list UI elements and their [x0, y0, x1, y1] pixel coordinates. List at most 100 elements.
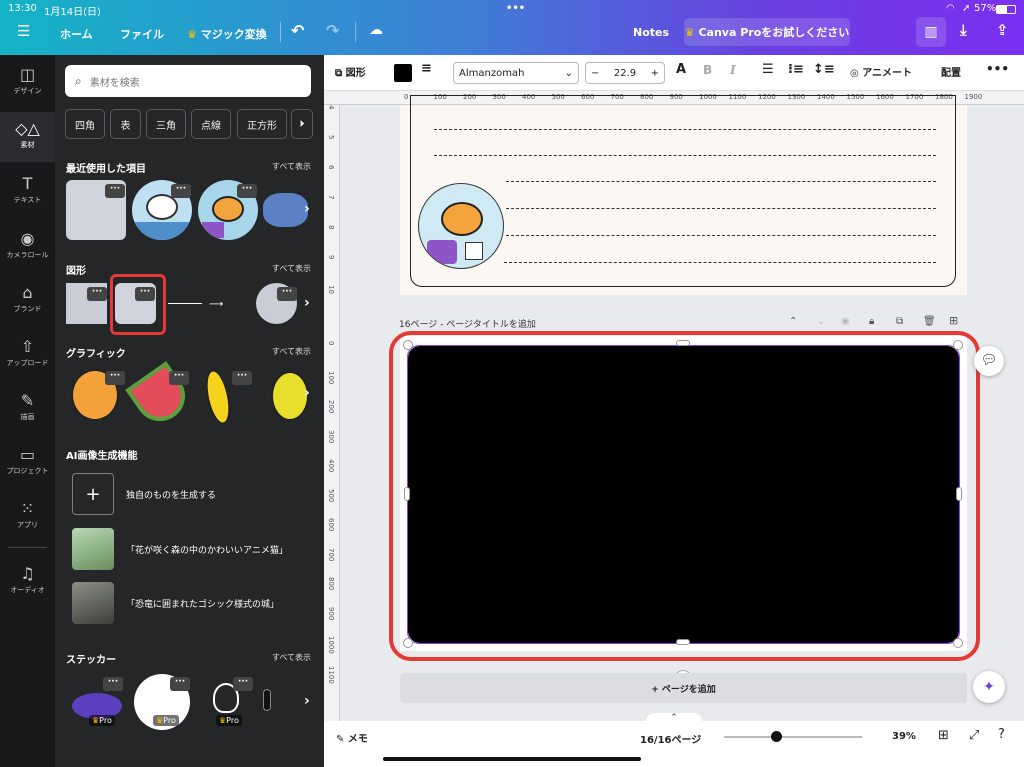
rail-item-elements[interactable]: ◇△ 素材 [0, 112, 55, 162]
duplicate-page-icon[interactable]: ⧉ [896, 316, 903, 327]
visibility-icon[interactable]: ◉ [841, 316, 850, 327]
chevron-right-icon[interactable]: › [304, 385, 310, 401]
chevron-right-icon[interactable]: › [304, 295, 310, 311]
more-options-icon[interactable]: ··· [237, 184, 257, 198]
more-options-icon[interactable]: ··· [170, 677, 190, 691]
list-icon[interactable]: ⁝≡ [788, 62, 804, 77]
multitask-dots-icon[interactable]: ••• [506, 3, 525, 14]
font-selector[interactable]: Almanzomah ⌄ [453, 62, 579, 84]
shape-button[interactable]: ⧉ 図形 [335, 64, 366, 79]
page-label[interactable]: 16ページ - ページタイトルを追加 [399, 317, 536, 330]
stickers-see-all[interactable]: すべて表示 [272, 652, 311, 663]
more-options-icon[interactable]: ··· [169, 371, 189, 385]
notes-button[interactable]: ✎ メモ [336, 730, 368, 745]
decrease-size-button[interactable]: − [591, 68, 599, 79]
grid-view-icon[interactable]: ⊞ [938, 728, 949, 743]
chip-square[interactable]: 四角 [65, 109, 105, 139]
chevron-right-icon[interactable]: › [304, 201, 310, 217]
font-size-stepper[interactable]: − 22.9 + [585, 62, 665, 84]
chip-table[interactable]: 表 [110, 109, 141, 139]
page-up-icon[interactable]: ⌃ [789, 316, 797, 327]
ai-prompt-item[interactable]: 「花が咲く森の中のかわいいアニメ猫」 [72, 528, 288, 570]
rail-item-design[interactable]: ◫ デザイン [0, 66, 55, 106]
rail-item-text[interactable]: T テキスト [0, 175, 55, 215]
bold-button[interactable]: B [703, 63, 712, 77]
chip-next-icon[interactable]: ⏵ [291, 109, 313, 139]
share-icon[interactable]: ⇪ [996, 21, 1009, 39]
rail-item-upload[interactable]: ⇧ アップロード [0, 338, 55, 378]
animate-button[interactable]: ◎ アニメート [850, 64, 912, 79]
nav-magic[interactable]: ♛ マジック変換 [187, 26, 267, 42]
fullscreen-icon[interactable]: ⤢ [969, 728, 979, 743]
add-page-icon[interactable]: ⊞ [949, 314, 958, 327]
recent-item-rabbit-sticker[interactable] [263, 193, 308, 227]
graphics-see-all[interactable]: すべて表示 [272, 346, 311, 357]
rail-item-draw[interactable]: ✎ 描画 [0, 392, 55, 432]
download-icon[interactable]: ⤓ [960, 21, 967, 39]
chevron-right-icon[interactable]: › [304, 693, 310, 709]
more-options-icon[interactable]: ··· [232, 371, 252, 385]
previous-page[interactable] [400, 95, 967, 295]
rail-item-camera-roll[interactable]: ◉ カメラロール [0, 230, 55, 270]
page-counter[interactable]: 16/16ページ [640, 731, 701, 746]
redo-icon[interactable]: ↷ [326, 21, 339, 40]
undo-icon[interactable]: ↶ [291, 21, 304, 40]
zoom-slider-track[interactable] [724, 736, 862, 738]
shape-arrow[interactable]: ⟶ [209, 299, 223, 310]
chip-triangle[interactable]: 三角 [146, 109, 186, 139]
shape-line[interactable] [168, 303, 202, 304]
magic-assistant-icon[interactable]: ✦ [973, 671, 1005, 703]
battery-percent: 57% [974, 3, 997, 14]
delete-page-icon[interactable]: 🗑︎ [923, 316, 936, 327]
add-page-button[interactable]: + ページを追加 [400, 673, 967, 703]
recent-see-all[interactable]: すべて表示 [272, 161, 311, 172]
page-panel-expand-icon[interactable]: ⌃ [646, 713, 702, 725]
more-options-icon[interactable]: ··· [103, 677, 123, 691]
align-center-icon[interactable]: ☰ [762, 62, 774, 77]
font-size-value[interactable]: 22.9 [614, 68, 636, 79]
chip-square-shape[interactable]: 正方形 [237, 109, 287, 139]
sticker-item[interactable] [263, 689, 271, 711]
zoom-level[interactable]: 39% [892, 731, 916, 742]
brand-icon: ⌂ [22, 283, 33, 302]
more-options-icon[interactable]: ··· [87, 287, 107, 301]
more-options-icon[interactable]: ··· [135, 287, 155, 301]
border-style-icon[interactable]: ≡ [421, 61, 432, 76]
shapes-see-all[interactable]: すべて表示 [272, 263, 311, 274]
line-spacing-icon[interactable]: ↕≡ [813, 62, 835, 77]
fill-color-swatch[interactable] [394, 64, 412, 82]
lock-icon[interactable]: 🔒︎ [869, 316, 874, 327]
page-down-icon[interactable]: ⌄ [817, 316, 825, 327]
chip-dotted-line[interactable]: 点線 [191, 109, 231, 139]
more-options-icon[interactable]: ··· [105, 184, 125, 198]
fish-sticker[interactable] [418, 183, 504, 269]
insights-chart-icon[interactable]: ▥ [916, 17, 946, 47]
chevron-down-icon: ⌄ [564, 67, 573, 79]
graphic-banana[interactable] [201, 367, 235, 427]
more-options-icon[interactable]: ••• [986, 62, 1009, 76]
search-input[interactable]: ⌕ 素材を検索 [65, 65, 311, 97]
ai-generate-item[interactable]: + 独自のものを生成する [72, 473, 216, 515]
pro-trial-button[interactable]: ♛ Canva Proをお試しください [684, 18, 850, 46]
nav-file[interactable]: ファイル [120, 26, 164, 42]
position-button[interactable]: 配置 [941, 64, 961, 79]
rail-item-projects[interactable]: ▭ プロジェクト [0, 446, 55, 486]
notes-title[interactable]: Notes [633, 26, 669, 39]
rail-item-audio[interactable]: ♫ オーディオ [0, 565, 55, 605]
comment-icon[interactable]: 💬︎ [974, 346, 1004, 376]
more-options-icon[interactable]: ··· [233, 677, 253, 691]
more-options-icon[interactable]: ··· [105, 371, 125, 385]
help-icon[interactable]: ? [998, 727, 1005, 742]
rail-item-brand[interactable]: ⌂ ブランド [0, 284, 55, 324]
zoom-slider-thumb[interactable] [771, 731, 782, 742]
more-options-icon[interactable]: ··· [277, 287, 297, 301]
nav-home[interactable]: ホーム [60, 26, 93, 42]
ai-prompt-item[interactable]: 「恐竜に囲まれたゴシック様式の城」 [72, 582, 279, 624]
hamburger-icon[interactable]: ☰ [17, 22, 30, 40]
cloud-sync-icon[interactable]: ☁ [369, 22, 383, 38]
italic-button[interactable]: I [730, 63, 736, 77]
more-options-icon[interactable]: ··· [171, 184, 191, 198]
increase-size-button[interactable]: + [651, 68, 659, 79]
rail-item-apps[interactable]: ⁙ アプリ [0, 500, 55, 540]
text-color-icon[interactable]: A [676, 62, 686, 77]
